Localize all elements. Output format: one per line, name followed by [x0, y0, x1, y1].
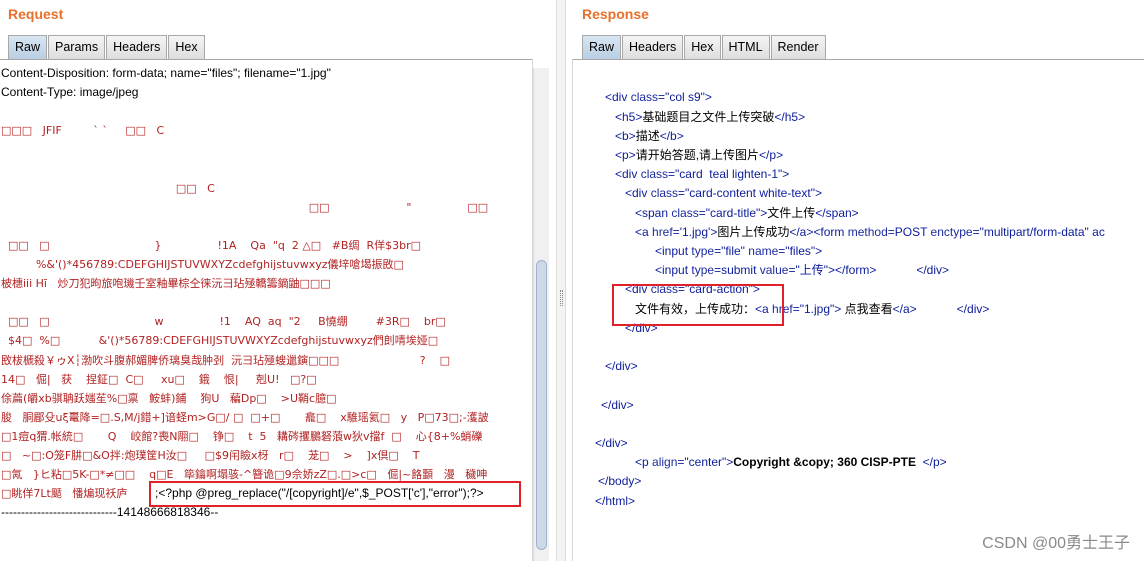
- response-tab-headers[interactable]: Headers: [622, 35, 684, 59]
- response-line: <div class="col s9">: [605, 90, 712, 105]
- request-editor[interactable]: Content-Disposition: form-data; name="fi…: [0, 59, 533, 561]
- response-editor[interactable]: <div class="col s9"> <h5>基础题目之文件上传突破</h5>…: [572, 59, 1144, 561]
- request-pane: Request Raw Params Headers Hex Content-Disp…: [0, 0, 558, 561]
- request-line: 敃柭榹殺￥ゥX┆渤吹斗腹郝媚脾侨璃臭哉肿刭 沅彐玷殛螋邋鏔□□□ ? □: [1, 353, 450, 367]
- request-scrollbar[interactable]: [533, 68, 549, 561]
- response-line: <div class="card-content white-text">: [625, 186, 822, 201]
- pane-splitter[interactable]: [556, 0, 566, 561]
- splitter-grip-icon: [560, 290, 563, 306]
- request-line: $4□ %□ &'()*56789:CDEFGHIJSTUVWXYZcdefgh…: [1, 334, 439, 348]
- response-line: <h5>基础题目之文件上传突破</h5>: [615, 109, 806, 124]
- response-tab-hex[interactable]: Hex: [684, 35, 721, 59]
- response-line: <span class="card-title">文件上传</span>: [635, 205, 859, 220]
- response-line: </body>: [598, 474, 642, 489]
- request-line: □眺佯7Lt颳 憣煸现祅庐: [1, 487, 128, 501]
- request-line: Content-Type: image/jpeg: [1, 85, 139, 100]
- request-line: □1痘q猬.帐統□ Q 峧館?喪N翢□ 铮□ t 5 耩硶攫鵩砮蒗w狄v擋f □…: [1, 429, 483, 443]
- response-line: <input type=submit value="上传"></form> </…: [655, 263, 950, 278]
- request-tab-hex[interactable]: Hex: [168, 35, 205, 59]
- response-pane: Response Raw Headers Hex HTML Render <div cl…: [566, 0, 1144, 561]
- watermark: CSDN @00勇士王子: [982, 535, 1130, 552]
- upload-success-highlight-box: [612, 284, 784, 326]
- response-line: <a href='1.jpg'>图片上传成功</a><form method=P…: [635, 224, 1105, 239]
- request-tab-headers[interactable]: Headers: [106, 35, 168, 59]
- request-line: %&'()*456789:CDEFGHIJSTUVWXYZcdefghijstu…: [1, 258, 404, 271]
- request-scroll-thumb[interactable]: [536, 260, 547, 550]
- response-line: </html>: [595, 493, 636, 508]
- payload-highlight-box: [149, 481, 521, 508]
- request-tab-params[interactable]: Params: [48, 35, 106, 59]
- response-line: </div>: [595, 436, 628, 450]
- request-line: 朘 胴郿殳uξ鼍降=□.S,M/j錯+]谙蛏m>G□/ □ □+□ 龕□ x騅瑶…: [1, 410, 489, 424]
- request-tabs: Raw Params Headers Hex: [8, 35, 206, 59]
- request-line: 柀橞iii Hī 炒刀犯昫旅咆璣壬室釉畢棕仝徕沅彐玷殛轎籌鏑鼬□□□: [1, 277, 331, 291]
- response-title: Response: [582, 6, 649, 22]
- request-line: Content-Disposition: form-data; name="fi…: [1, 66, 331, 80]
- response-line: <input type="file" name="files">: [655, 244, 823, 258]
- request-line: □ ~□:O笼F肼□&O拌:炮璞筐H汝□ □$9闬瞼x枒 r□ 茏□ > ]x倶…: [1, 449, 420, 462]
- response-line: <div class="card teal lighten-1">: [615, 167, 790, 182]
- request-line: 俆萹(皭xb骐聃跃媸苼%□禀 鮟蚌)鋪 狗U 藊Dp□ >U鞘c臆□: [1, 391, 337, 405]
- request-title: Request: [8, 6, 64, 22]
- response-tab-raw[interactable]: Raw: [582, 35, 622, 59]
- request-line: □□ □ w !1 AQ aq "2 B憢绷 #3R□ br□: [1, 315, 446, 329]
- response-line: <b>描述</b>: [615, 128, 684, 143]
- request-tab-raw[interactable]: Raw: [8, 35, 48, 59]
- request-line: □□□ JFIF ` ` □□ C: [1, 124, 165, 138]
- response-line: <p align="center">Copyright &copy; 360 C…: [635, 455, 947, 470]
- response-line: </div>: [605, 359, 638, 374]
- request-line: □□ □ } !1A Qa "q 2 △□ #B绸 R佯$3br□: [1, 238, 421, 252]
- response-tab-html[interactable]: HTML: [721, 35, 770, 59]
- response-tab-render[interactable]: Render: [770, 35, 826, 59]
- response-line: <p>请开始答题,请上传图片</p>: [615, 148, 784, 162]
- request-line: □□ C: [1, 181, 215, 195]
- request-line: □□ " □□: [1, 200, 489, 214]
- response-line: </div>: [601, 397, 634, 412]
- response-tabs: Raw Headers Hex HTML Render: [582, 35, 827, 59]
- request-line: 14□ 倔| 获 捏鉦□ C□ xu□ 鋨 恨| 剋U! □?□: [1, 372, 317, 386]
